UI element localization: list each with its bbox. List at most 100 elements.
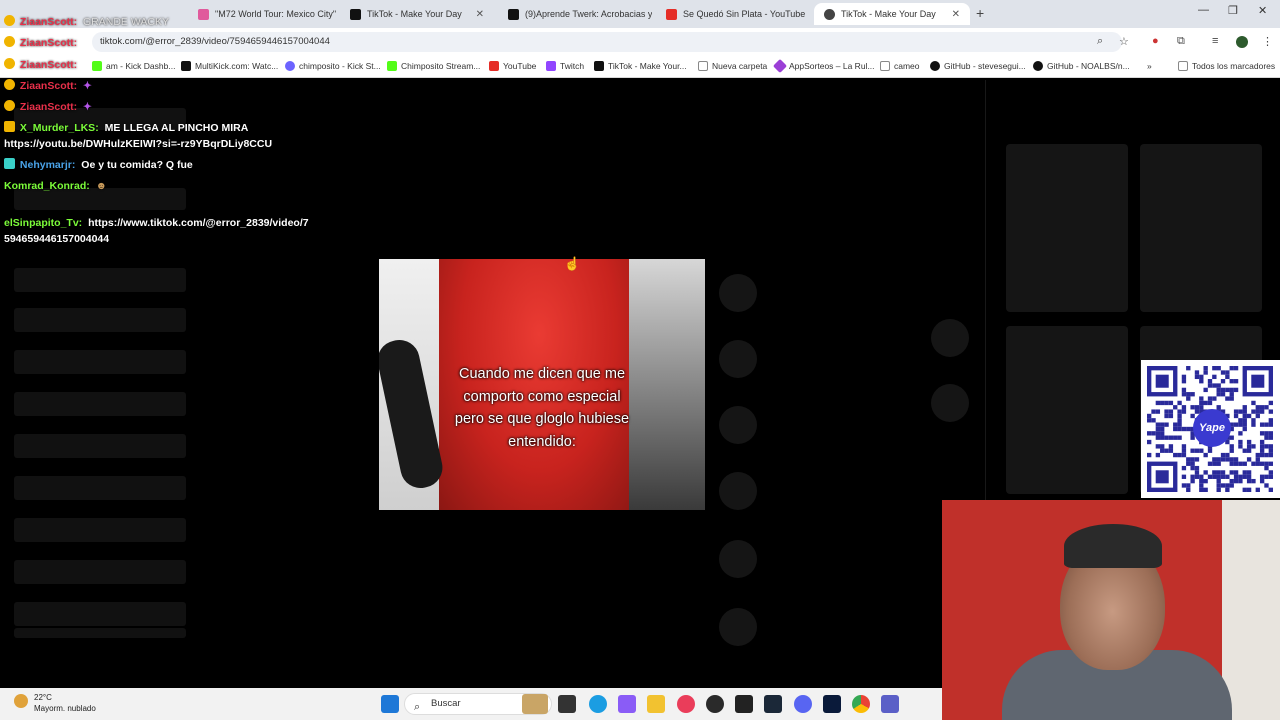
qr-module — [1168, 400, 1174, 406]
edge-icon[interactable] — [589, 695, 607, 713]
all-bookmarks-button[interactable]: Todos los marcadores — [1178, 61, 1275, 71]
chat-text: ME LLEGA AL PINCHO MIRA — [104, 122, 249, 134]
steam-icon[interactable] — [764, 695, 782, 713]
qr-module — [1268, 448, 1273, 453]
qr-module — [1259, 478, 1265, 484]
bookmark-item[interactable]: chimposito - Kick St... — [285, 61, 381, 71]
tab-tiktok-1[interactable]: TikTok - Make Your Day ✕ — [340, 3, 494, 25]
bookmarks-overflow-button[interactable]: » — [1147, 61, 1152, 71]
terminal-icon[interactable] — [735, 695, 753, 713]
qr-module — [1268, 461, 1273, 466]
menu-kebab-icon[interactable]: ⋮ — [1262, 35, 1273, 48]
task-view-icon[interactable] — [558, 695, 576, 713]
qr-module — [1216, 461, 1221, 466]
qr-module — [1155, 422, 1161, 427]
teams-icon[interactable] — [881, 695, 899, 713]
comment-button-placeholder[interactable] — [719, 340, 757, 378]
tab-aprende-twerk[interactable]: (9)Aprende Twerk: Acrobacias y — [498, 3, 652, 25]
bookmark-star-icon[interactable]: ☆ — [1119, 35, 1129, 48]
qr-module — [1199, 487, 1204, 492]
bookmark-item[interactable]: Nueva carpeta — [698, 61, 767, 71]
bookmark-item[interactable]: TikTok - Make Your... — [594, 61, 687, 71]
qr-module — [1199, 396, 1204, 401]
extensions-puzzle-icon[interactable]: ⧉ — [1177, 35, 1185, 48]
qr-module — [1194, 465, 1200, 471]
bookmark-item[interactable]: YouTube — [489, 61, 536, 71]
chat-username: ZiaanScott: — [19, 16, 78, 28]
qr-module — [1264, 431, 1269, 436]
zoom-icon[interactable]: ⌕ — [1097, 35, 1103, 48]
webcam-background-wall — [1222, 500, 1280, 720]
qr-module — [1194, 370, 1200, 375]
chat-message: ZiaanScott: — [4, 57, 80, 73]
close-window-icon[interactable]: ✕ — [1258, 4, 1267, 17]
discord-icon[interactable] — [794, 695, 812, 713]
suggested-thumbnail-placeholder[interactable] — [1140, 144, 1262, 312]
tab-m72-world-tour[interactable]: "M72 World Tour: Mexico City" ✕ — [188, 3, 340, 25]
url-field[interactable]: tiktok.com/@error_2839/video/75946594461… — [92, 32, 1122, 52]
weather-widget[interactable]: 22°C Mayorm. nublado — [14, 692, 96, 714]
bookmark-item[interactable]: Twitch — [546, 61, 584, 71]
video-player[interactable]: Cuando me dicen que me comporto como esp… — [379, 259, 705, 510]
qr-module — [1173, 426, 1178, 432]
extension-icon[interactable]: ● — [1152, 35, 1159, 47]
bookmark-item[interactable]: am - Kick Dashb... — [92, 61, 175, 71]
qr-module — [1242, 413, 1247, 419]
bookmark-item[interactable]: AppSorteos – La Rul... — [772, 58, 875, 74]
qr-module — [1212, 383, 1217, 388]
tab-close-icon[interactable]: ✕ — [476, 9, 484, 20]
qr-module — [1264, 483, 1269, 488]
qr-module — [1233, 478, 1239, 484]
obs-icon[interactable] — [706, 695, 724, 713]
chat-link[interactable]: https://www.tiktok.com/@error_2839/video… — [88, 217, 309, 229]
like-button-placeholder[interactable] — [719, 274, 757, 312]
chat-link[interactable]: https://youtu.be/DWHulzKEIWI?si=-rz9YBqr… — [4, 138, 272, 150]
suggested-thumbnail-placeholder[interactable] — [1006, 326, 1128, 494]
nav-down-button-placeholder[interactable] — [931, 384, 969, 422]
emote-icon: ☻ — [95, 180, 107, 192]
bookmark-favicon-icon — [387, 61, 397, 71]
qr-module — [1186, 483, 1191, 488]
save-button-placeholder[interactable] — [719, 406, 757, 444]
copilot-icon[interactable] — [618, 695, 636, 713]
bookmark-item[interactable]: Chimposito Stream... — [387, 61, 480, 71]
action-button-placeholder[interactable] — [719, 608, 757, 646]
profile-avatar[interactable] — [1236, 36, 1248, 48]
maximize-icon[interactable]: ❐ — [1228, 4, 1238, 17]
qr-module — [1264, 444, 1269, 449]
tab-tiktok-active[interactable]: TikTok - Make Your Day ✕ — [814, 3, 970, 25]
music-app-icon[interactable] — [677, 695, 695, 713]
qr-module — [1199, 474, 1204, 479]
qr-module — [1190, 461, 1195, 466]
bookmark-item[interactable]: GitHub - stevesegui... — [930, 61, 1026, 71]
qr-module — [1229, 366, 1234, 371]
bookmark-item[interactable]: MultiKick.com: Watc... — [181, 61, 278, 71]
qr-module — [1259, 461, 1265, 466]
photoshop-icon[interactable] — [823, 695, 841, 713]
weather-temp: 22°C — [34, 693, 52, 702]
tab-youtube[interactable]: Se Quedó Sin Plata - YouTube ✕ — [656, 3, 810, 25]
chat-message: elSinpapito_Tv: https://www.tiktok.com/@… — [4, 215, 309, 231]
file-explorer-icon[interactable] — [647, 695, 665, 713]
bookmark-item[interactable]: cameo — [880, 61, 920, 71]
minimize-icon[interactable]: — — [1198, 4, 1209, 16]
suggested-thumbnail-placeholder[interactable] — [1006, 144, 1128, 312]
qr-module — [1229, 379, 1234, 384]
media-control-icon[interactable]: ≡ — [1212, 35, 1218, 47]
share-button-placeholder[interactable] — [719, 472, 757, 510]
windows-start-icon[interactable] — [381, 695, 399, 713]
chrome-icon[interactable] — [852, 695, 870, 713]
bookmark-item[interactable]: GitHub - NOALBS/n... — [1033, 61, 1130, 71]
chat-message: Komrad_Konrad: ☻ — [4, 178, 107, 194]
action-button-placeholder[interactable] — [719, 540, 757, 578]
new-tab-button[interactable]: + — [976, 5, 984, 21]
tab-close-icon[interactable]: ✕ — [952, 9, 960, 20]
qr-module — [1207, 396, 1213, 401]
nav-up-button-placeholder[interactable] — [931, 319, 969, 357]
chat-username: ZiaanScott: — [19, 101, 78, 113]
chat-link[interactable]: 594659446157004044 — [4, 233, 109, 245]
bookmark-label: GitHub - NOALBS/n... — [1047, 61, 1130, 71]
qr-module — [1242, 426, 1247, 432]
qr-module — [1181, 426, 1187, 432]
qr-module — [1164, 413, 1169, 419]
